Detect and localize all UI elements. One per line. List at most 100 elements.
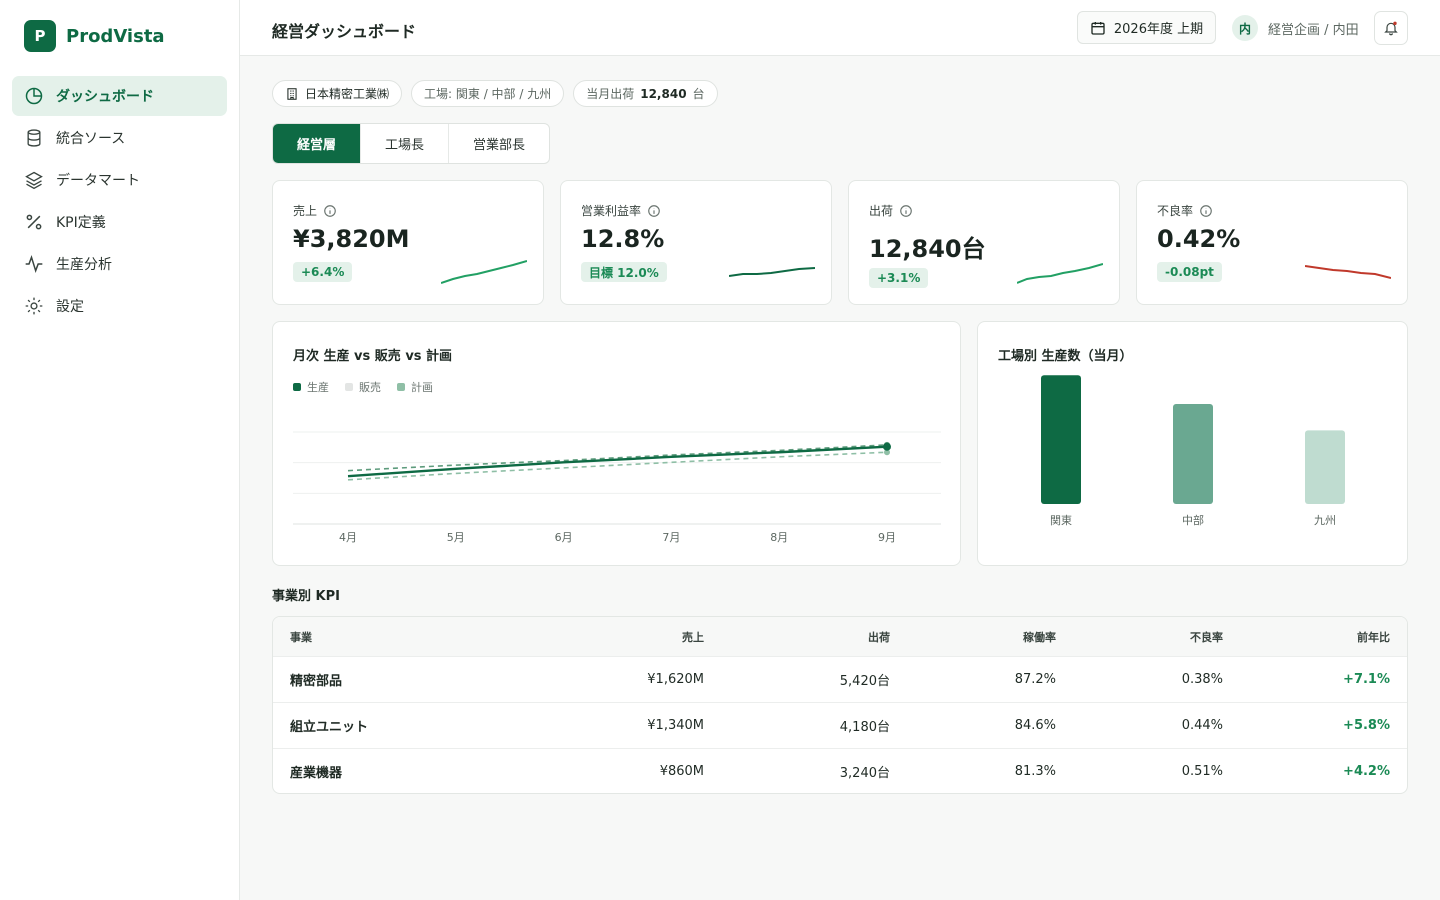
sidebar-item-analysis[interactable]: 生産分析 xyxy=(12,244,227,284)
factory-chip[interactable]: 工場: 関東 / 中部 / 九州 xyxy=(411,80,565,107)
series-line-production[interactable] xyxy=(347,445,888,478)
kpi-label: 営業利益率 xyxy=(581,202,661,219)
brand[interactable]: P ProdVista xyxy=(24,20,165,52)
context-chips: 日本精密工業㈱ 工場: 関東 / 中部 / 九州 当月出荷 12,840 台 xyxy=(272,80,718,107)
shipment-value: 12,840 xyxy=(640,86,687,101)
sidebar-item-label: データマート xyxy=(56,173,140,189)
kpi-label: 不良率 xyxy=(1157,202,1213,219)
bar-category-label: 中部 xyxy=(1182,513,1204,527)
sidebar-item-sources[interactable]: 統合ソース xyxy=(12,118,227,158)
data-point[interactable] xyxy=(883,442,891,451)
x-tick-label: 8月 xyxy=(770,531,788,544)
info-icon[interactable] xyxy=(1199,204,1213,218)
series-line-sales[interactable] xyxy=(347,444,888,472)
kpi-card-operating-margin[interactable]: 営業利益率 12.8% 目標 12.0% xyxy=(560,180,832,305)
sidebar-item-label: 統合ソース xyxy=(56,131,126,147)
kpi-card-shipments[interactable]: 出荷 12,840台 +3.1% xyxy=(848,180,1120,305)
business-kpi-table: 事業 売上 出荷 稼働率 不良率 前年比 精密部品 ¥1,620M 5,420台… xyxy=(272,616,1408,794)
sparkline xyxy=(729,267,815,277)
kpi-badge: +3.1% xyxy=(869,268,929,288)
kpi-card-sales[interactable]: 売上 ¥3,820M +6.4% xyxy=(272,180,544,305)
series-line-plan[interactable] xyxy=(347,451,888,481)
sidebar-item-label: ダッシュボード xyxy=(56,89,154,105)
period-selector-button[interactable]: 2026年度 上期 xyxy=(1077,11,1216,44)
table-row[interactable]: 産業機器 ¥860M 3,240台 81.3% 0.51% +4.2% xyxy=(273,748,1407,793)
info-icon[interactable] xyxy=(899,204,913,218)
table-section-title: 事業別 KPI xyxy=(272,589,340,604)
bar-category-label: 九州 xyxy=(1314,514,1336,527)
line-chart-panel: 月次 生産 vs 販売 vs 計画 生産 販売 計画 4月 5月 6月 7月 8月 9月 xyxy=(272,321,961,566)
column-header[interactable]: 事業 xyxy=(290,617,312,656)
user-menu[interactable]: 内 経営企画 / 内田 xyxy=(1232,15,1359,41)
company-chip[interactable]: 日本精密工業㈱ xyxy=(272,80,403,107)
period-label: 2026年度 上期 xyxy=(1113,22,1204,37)
x-tick-label: 6月 xyxy=(555,531,573,544)
bar-0[interactable] xyxy=(1041,375,1081,504)
pie-chart-icon xyxy=(25,87,43,105)
table-cell: 4,180台 xyxy=(839,720,890,735)
activity-icon xyxy=(25,255,43,273)
table-cell: 87.2% xyxy=(1014,672,1056,687)
table-header-row: 事業 売上 出荷 稼働率 不良率 前年比 xyxy=(273,617,1407,656)
table-row[interactable]: 組立ユニット ¥1,340M 4,180台 84.6% 0.44% +5.8% xyxy=(273,702,1407,748)
table-cell: 0.44% xyxy=(1181,718,1223,733)
sidebar: P ProdVista ダッシュボード 統合ソース データマート KPI定義 生… xyxy=(0,0,240,900)
x-tick-label: 4月 xyxy=(339,531,357,544)
x-tick-label: 5月 xyxy=(447,531,465,544)
kpi-badge: +6.4% xyxy=(293,262,353,282)
bar-chart-svg: 関東 中部 九州 xyxy=(1041,375,1345,527)
shipment-label: 当月出荷 xyxy=(586,87,635,101)
table-cell: +5.8% xyxy=(1343,718,1390,733)
table-cell: 精密部品 xyxy=(290,674,343,689)
top-header: 経営ダッシュボード 2026年度 上期 内 経営企画 / 内田 xyxy=(240,0,1440,56)
info-icon[interactable] xyxy=(647,204,661,218)
bar-2[interactable] xyxy=(1305,430,1345,504)
tab-executive[interactable]: 経営層 xyxy=(273,124,361,163)
sidebar-item-label: 生産分析 xyxy=(56,257,112,273)
kpi-label-text: 売上 xyxy=(293,204,318,218)
sidebar-item-datamart[interactable]: データマート xyxy=(12,160,227,200)
table-row[interactable]: 精密部品 ¥1,620M 5,420台 87.2% 0.38% +7.1% xyxy=(273,656,1407,702)
sparkline xyxy=(1017,263,1103,284)
kpi-label-text: 不良率 xyxy=(1157,204,1194,218)
avatar: 内 xyxy=(1232,15,1258,41)
tab-sales-manager[interactable]: 営業部長 xyxy=(449,124,549,163)
sidebar-nav: ダッシュボード 統合ソース データマート KPI定義 生産分析 設定 xyxy=(12,76,227,328)
bar-chart-panel: 工場別 生産数（当月） 関東 中部 九州 xyxy=(977,321,1408,566)
column-header[interactable]: 稼働率 xyxy=(1023,617,1056,656)
info-icon[interactable] xyxy=(323,204,337,218)
column-header[interactable]: 不良率 xyxy=(1190,617,1223,656)
sidebar-item-label: KPI定義 xyxy=(56,215,106,231)
table-cell: ¥860M xyxy=(659,764,704,779)
building-icon xyxy=(287,87,297,100)
role-tabs: 経営層 工場長 営業部長 xyxy=(272,123,550,164)
table-cell: +4.2% xyxy=(1343,764,1390,779)
table-cell: 84.6% xyxy=(1014,718,1056,733)
table-cell: +7.1% xyxy=(1343,672,1390,687)
sparkline xyxy=(441,260,527,284)
sidebar-item-kpi[interactable]: KPI定義 xyxy=(12,202,227,242)
table-cell: 組立ユニット xyxy=(290,720,369,735)
kpi-label-text: 出荷 xyxy=(869,204,894,218)
kpi-value: 12.8% xyxy=(581,225,665,253)
layers-icon xyxy=(25,171,43,190)
x-tick-label: 9月 xyxy=(878,531,896,544)
table-cell: 0.38% xyxy=(1181,672,1223,687)
column-header[interactable]: 出荷 xyxy=(868,617,890,656)
tab-plant-manager[interactable]: 工場長 xyxy=(361,124,449,163)
x-tick-label: 7月 xyxy=(662,531,680,544)
bar-1[interactable] xyxy=(1173,403,1213,504)
kpi-card-defect-rate[interactable]: 不良率 0.42% -0.08pt xyxy=(1136,180,1408,305)
column-header[interactable]: 前年比 xyxy=(1357,617,1390,656)
kpi-badge: 目標 12.0% xyxy=(581,262,667,282)
bar-category-label: 関東 xyxy=(1050,514,1072,527)
column-header[interactable]: 売上 xyxy=(682,617,704,656)
sidebar-item-label: 設定 xyxy=(56,299,84,315)
kpi-label: 出荷 xyxy=(869,202,913,219)
sidebar-item-settings[interactable]: 設定 xyxy=(12,286,227,326)
shipment-chip: 当月出荷 12,840 台 xyxy=(573,80,718,107)
notifications-button[interactable] xyxy=(1374,11,1408,45)
kpi-badge: -0.08pt xyxy=(1157,262,1222,282)
calendar-icon xyxy=(1091,21,1105,35)
sidebar-item-dashboard[interactable]: ダッシュボード xyxy=(12,76,227,116)
